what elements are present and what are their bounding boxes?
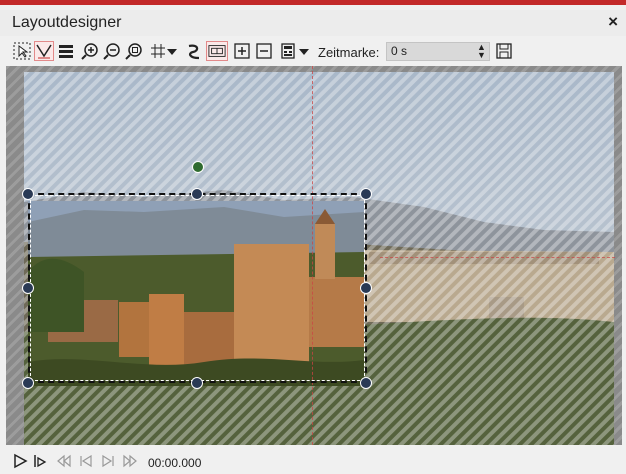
next-icon[interactable] [100, 453, 116, 469]
zoom-fit-icon[interactable] [124, 41, 144, 61]
title-bar: Layoutdesigner × [0, 10, 626, 36]
zoom-in-icon[interactable] [80, 41, 100, 61]
grid-dropdown-icon[interactable] [166, 41, 178, 61]
camera-icon[interactable] [278, 41, 298, 61]
layoutdesigner-window: Layoutdesigner × Zeitmarke: 0 s ▲ ▼ 00:0… [0, 0, 626, 473]
previous-icon[interactable] [78, 453, 94, 469]
play-icon[interactable] [12, 453, 28, 469]
play-from-icon[interactable] [32, 453, 48, 469]
save-icon[interactable] [494, 41, 514, 61]
resize-handle-top-left[interactable] [22, 188, 34, 200]
resize-handle-bottom-left[interactable] [22, 377, 34, 389]
fast-forward-icon[interactable] [122, 453, 138, 469]
path-icon[interactable] [184, 41, 204, 61]
zeitmarke-spinner[interactable]: ▲ ▼ [477, 43, 486, 60]
camera-dropdown-icon[interactable] [298, 41, 310, 61]
zoom-out-icon[interactable] [102, 41, 122, 61]
zeitmarke-label: Zeitmarke: [318, 45, 380, 60]
resize-handle-bottom[interactable] [191, 377, 203, 389]
select-tool-icon[interactable] [12, 41, 32, 61]
add-icon[interactable] [232, 41, 252, 61]
window-title: Layoutdesigner [12, 14, 122, 31]
close-button[interactable]: × [608, 12, 618, 32]
playback-bar: 00:00.000 [0, 449, 626, 473]
toolbar: Zeitmarke: 0 s ▲ ▼ [0, 37, 626, 65]
guide-line-horizontal [380, 257, 615, 258]
point-select-icon[interactable] [34, 41, 54, 61]
resize-handle-bottom-right[interactable] [360, 377, 372, 389]
resize-handle-right[interactable] [360, 282, 372, 294]
spin-down-icon[interactable]: ▼ [477, 51, 486, 60]
grid-icon[interactable] [148, 41, 168, 61]
resize-handle-top-right[interactable] [360, 188, 372, 200]
zeitmarke-input[interactable]: 0 s [386, 42, 490, 61]
remove-icon[interactable] [254, 41, 274, 61]
rewind-icon[interactable] [56, 453, 72, 469]
layers-icon[interactable] [56, 41, 76, 61]
resize-handle-top[interactable] [191, 188, 203, 200]
selection-frame[interactable] [28, 193, 367, 383]
rotation-handle[interactable] [192, 161, 204, 173]
resize-handle-left[interactable] [22, 282, 34, 294]
frame-icon[interactable] [206, 41, 228, 61]
